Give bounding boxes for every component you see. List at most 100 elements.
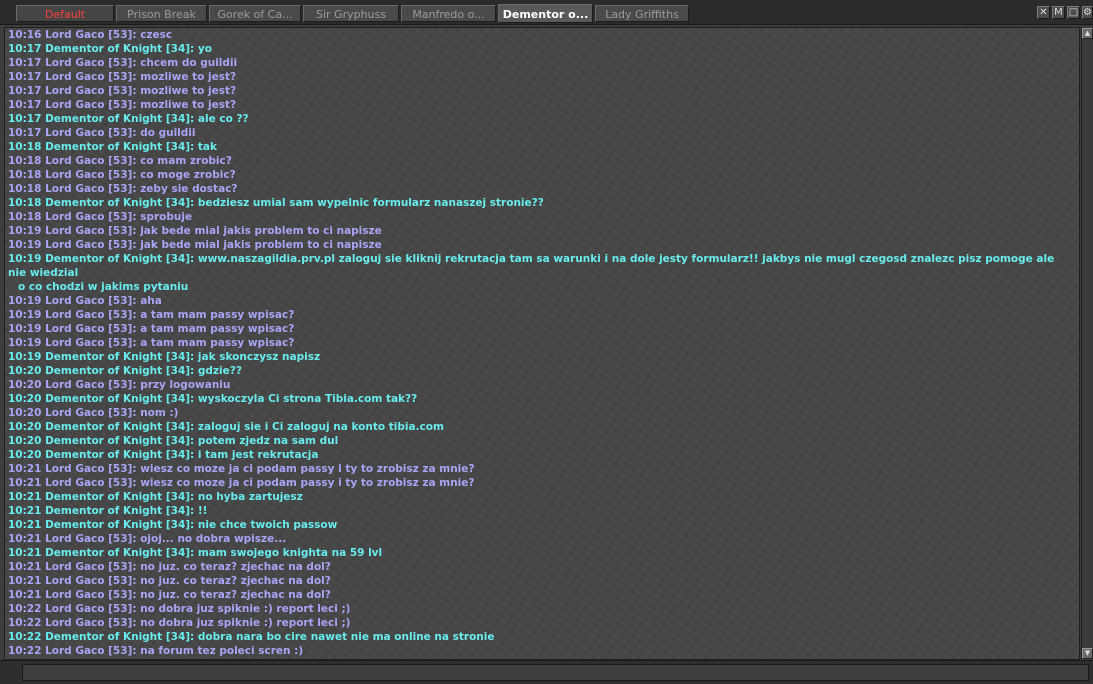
chat-input[interactable]: [22, 664, 1089, 681]
chat-message-text: 10:19 Lord Gaco [53]: a tam mam passy wp…: [8, 323, 295, 335]
tab-prison-break[interactable]: Prison Break: [116, 5, 207, 22]
chat-message-text: 10:19 Dementor of Knight [34]: www.nasza…: [8, 253, 1055, 279]
chat-message-text: 10:21 Dementor of Knight [34]: no hyba z…: [8, 491, 303, 503]
chat-message: 10:19 Dementor of Knight [34]: www.nasza…: [5, 252, 1079, 294]
chat-message: 10:19 Lord Gaco [53]: aha: [5, 294, 1079, 308]
chat-message-text: 10:18 Lord Gaco [53]: zeby sie dostac?: [8, 183, 238, 195]
chat-message: 10:19 Lord Gaco [53]: a tam mam passy wp…: [5, 336, 1079, 350]
chat-message-text: 10:16 Lord Gaco [53]: czesc: [8, 29, 173, 41]
chat-message: 10:17 Dementor of Knight [34]: yo: [5, 42, 1079, 56]
chat-message-text: 10:17 Lord Gaco [53]: mozliwe to jest?: [8, 85, 237, 97]
chat-message-text: 10:21 Lord Gaco [53]: no juz. co teraz? …: [8, 561, 331, 573]
chat-message: 10:18 Dementor of Knight [34]: tak: [5, 140, 1079, 154]
chat-message-text: 10:18 Dementor of Knight [34]: bedziesz …: [8, 197, 544, 209]
chat-message-text: 10:21 Lord Gaco [53]: ojoj... no dobra w…: [8, 533, 287, 545]
chat-message: 10:18 Lord Gaco [53]: sprobuje: [5, 210, 1079, 224]
chat-log: 10:16 Lord Gaco [53]: czesc 10:17 Demento…: [4, 27, 1080, 660]
chat-message: 10:21 Lord Gaco [53]: no juz. co teraz? …: [5, 588, 1079, 602]
chat-message-text: 10:22 Dementor of Knight [34]: dobra nar…: [8, 631, 495, 643]
chat-message: 10:17 Lord Gaco [53]: mozliwe to jest?: [5, 84, 1079, 98]
chat-message-text: 10:19 Lord Gaco [53]: a tam mam passy wp…: [8, 337, 295, 349]
chat-message-text: 10:21 Dementor of Knight [34]: mam swoje…: [8, 547, 383, 559]
maximize-icon[interactable]: □: [1067, 6, 1080, 19]
chat-message-text: 10:17 Dementor of Knight [34]: yo: [8, 43, 212, 55]
chat-message-text: 10:17 Lord Gaco [53]: mozliwe to jest?: [8, 99, 237, 111]
chat-message: 10:21 Dementor of Knight [34]: !!: [5, 504, 1079, 518]
chat-message: 10:19 Lord Gaco [53]: a tam mam passy wp…: [5, 308, 1079, 322]
chat-message: 10:22 Dementor of Knight [34]: dobra nar…: [5, 630, 1079, 644]
chat-message: 10:21 Lord Gaco [53]: ojoj... no dobra w…: [5, 532, 1079, 546]
chat-message: 10:22 Lord Gaco [53]: no dobra juz spikn…: [5, 602, 1079, 616]
chat-message-text: 10:20 Dementor of Knight [34]: potem zje…: [8, 435, 339, 447]
chat-message: 10:21 Lord Gaco [53]: no juz. co teraz? …: [5, 574, 1079, 588]
chat-message: 10:17 Lord Gaco [53]: chcem do guildii: [5, 56, 1079, 70]
chat-message-continuation: o co chodzi w jakims pytaniu: [18, 281, 189, 293]
chat-message: 10:21 Lord Gaco [53]: wiesz co moze ja c…: [5, 462, 1079, 476]
tab-gorek[interactable]: Gorek of Ca...: [209, 5, 301, 22]
chat-message: 10:18 Lord Gaco [53]: co moge zrobic?: [5, 168, 1079, 182]
chat-message: 10:22 Lord Gaco [53]: na forum tez polec…: [5, 644, 1079, 658]
chat-message: 10:17 Lord Gaco [53]: mozliwe to jest?: [5, 98, 1079, 112]
tab-manfredo[interactable]: Manfredo o...: [401, 5, 496, 22]
chat-message-text: 10:21 Dementor of Knight [34]: !!: [8, 505, 208, 517]
chat-message-text: 10:20 Lord Gaco [53]: nom :): [8, 407, 179, 419]
chat-message-text: 10:21 Lord Gaco [53]: wiesz co moze ja c…: [8, 463, 475, 475]
input-bar: [0, 660, 1093, 684]
chat-message: 10:21 Dementor of Knight [34]: mam swoje…: [5, 546, 1079, 560]
chat-message-text: 10:19 Dementor of Knight [34]: jak skonc…: [8, 351, 321, 363]
chat-message: 10:20 Dementor of Knight [34]: i tam jes…: [5, 448, 1079, 462]
scroll-down-icon[interactable]: ▼: [1082, 648, 1093, 659]
tab-sir-gryphuss[interactable]: Sir Gryphuss: [303, 5, 399, 22]
minimize-button[interactable]: M: [1052, 6, 1065, 19]
chat-message: 10:19 Lord Gaco [53]: jak bede mial jaki…: [5, 224, 1079, 238]
tab-default[interactable]: Default: [16, 5, 114, 22]
chat-message: 10:21 Dementor of Knight [34]: no hyba z…: [5, 490, 1079, 504]
chat-message: 10:17 Lord Gaco [53]: do guildii: [5, 126, 1079, 140]
chat-message: 10:20 Dementor of Knight [34]: potem zje…: [5, 434, 1079, 448]
chat-message-text: 10:20 Dementor of Knight [34]: gdzie??: [8, 365, 242, 377]
scroll-up-icon[interactable]: ▲: [1082, 28, 1093, 39]
chat-message: 10:20 Lord Gaco [53]: przy logowaniu: [5, 378, 1079, 392]
chat-message: 10:21 Lord Gaco [53]: no juz. co teraz? …: [5, 560, 1079, 574]
chat-message-text: 10:19 Lord Gaco [53]: jak bede mial jaki…: [8, 225, 382, 237]
chat-message-text: 10:17 Lord Gaco [53]: mozliwe to jest?: [8, 71, 237, 83]
chat-message: 10:19 Dementor of Knight [34]: jak skonc…: [5, 350, 1079, 364]
tab-dementor[interactable]: Dementor o...: [498, 4, 593, 23]
tab-lady-griffiths[interactable]: Lady Griffiths: [595, 5, 689, 22]
chat-message-text: 10:22 Lord Gaco [53]: no dobra juz spikn…: [8, 603, 351, 615]
chat-message: 10:16 Lord Gaco [53]: czesc: [5, 28, 1079, 42]
chat-message-text: 10:22 Lord Gaco [53]: no dobra juz spikn…: [8, 617, 351, 629]
scrollbar[interactable]: ▲ ▼: [1081, 27, 1093, 660]
chat-message: 10:18 Lord Gaco [53]: co mam zrobic?: [5, 154, 1079, 168]
chat-message-text: 10:19 Lord Gaco [53]: a tam mam passy wp…: [8, 309, 295, 321]
chat-message-text: 10:17 Lord Gaco [53]: chcem do guildii: [8, 57, 238, 69]
chat-message: 10:20 Dementor of Knight [34]: wyskoczyl…: [5, 392, 1079, 406]
chat-message-text: 10:18 Lord Gaco [53]: co mam zrobic?: [8, 155, 232, 167]
chat-message: 10:19 Lord Gaco [53]: jak bede mial jaki…: [5, 238, 1079, 252]
chat-message: 10:19 Lord Gaco [53]: a tam mam passy wp…: [5, 322, 1079, 336]
chat-message-text: 10:20 Dementor of Knight [34]: i tam jes…: [8, 449, 319, 461]
chat-message: 10:18 Lord Gaco [53]: zeby sie dostac?: [5, 182, 1079, 196]
chat-message: 10:20 Lord Gaco [53]: nom :): [5, 406, 1079, 420]
chat-message-text: 10:20 Lord Gaco [53]: przy logowaniu: [8, 379, 231, 391]
close-icon[interactable]: ✕: [1037, 6, 1050, 19]
chat-message: 10:17 Lord Gaco [53]: mozliwe to jest?: [5, 70, 1079, 84]
chat-message: 10:21 Dementor of Knight [34]: nie chce …: [5, 518, 1079, 532]
chat-message: 10:18 Dementor of Knight [34]: bedziesz …: [5, 196, 1079, 210]
chat-message: 10:20 Dementor of Knight [34]: zaloguj s…: [5, 420, 1079, 434]
chat-message-text: 10:21 Lord Gaco [53]: wiesz co moze ja c…: [8, 477, 475, 489]
chat-message-text: 10:20 Dementor of Knight [34]: zaloguj s…: [8, 421, 444, 433]
chat-message-text: 10:22 Lord Gaco [53]: na forum tez polec…: [8, 645, 304, 657]
chat-message-text: 10:18 Dementor of Knight [34]: tak: [8, 141, 217, 153]
chat-message-text: 10:19 Lord Gaco [53]: aha: [8, 295, 162, 307]
chat-message-text: 10:19 Lord Gaco [53]: jak bede mial jaki…: [8, 239, 382, 251]
chat-message: 10:21 Lord Gaco [53]: wiesz co moze ja c…: [5, 476, 1079, 490]
chat-message-text: 10:17 Dementor of Knight [34]: ale co ??: [8, 113, 249, 125]
chat-message: 10:17 Dementor of Knight [34]: ale co ??: [5, 112, 1079, 126]
chat-message-text: 10:18 Lord Gaco [53]: co moge zrobic?: [8, 169, 236, 181]
chat-message-text: 10:18 Lord Gaco [53]: sprobuje: [8, 211, 193, 223]
chat-message-text: 10:21 Lord Gaco [53]: no juz. co teraz? …: [8, 589, 331, 601]
chat-message-text: 10:20 Dementor of Knight [34]: wyskoczyl…: [8, 393, 418, 405]
channel-tab-bar: Default Prison Break Gorek of Ca... Sir …: [0, 0, 1093, 25]
options-icon[interactable]: ⚙: [1082, 6, 1093, 19]
